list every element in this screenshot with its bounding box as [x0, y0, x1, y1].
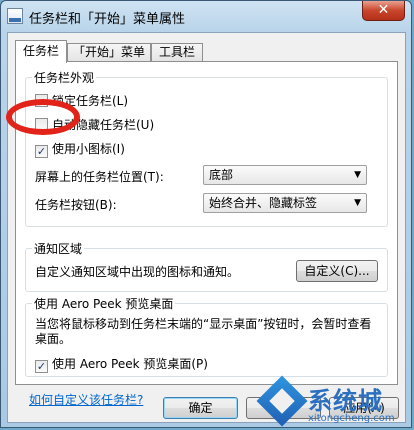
notification-text: 自定义通知区域中出现的图标和通知。: [35, 265, 240, 279]
buttons-dropdown[interactable]: 始终合并、隐藏标签 ▼: [203, 193, 367, 213]
tab-toolbars[interactable]: 工具栏: [151, 43, 203, 62]
appearance-group: 任务栏外观 锁定任务栏(L) 自动隐藏任务栏(U) ✓ 使用小图标(I) 屏幕上的…: [25, 69, 388, 227]
notification-group-title: 通知区域: [32, 240, 85, 257]
small-icons-label: 使用小图标(I): [52, 142, 125, 156]
highlight-circle: [6, 99, 80, 135]
tab-taskbar[interactable]: 任务栏: [15, 40, 67, 63]
small-icons-option[interactable]: ✓ 使用小图标(I): [35, 140, 125, 158]
buttons-value: 始终合并、隐藏标签: [209, 196, 318, 210]
close-button[interactable]: ✕: [362, 1, 405, 21]
aero-peek-checkbox[interactable]: ✓: [35, 360, 48, 373]
watermark-name: 系统城: [308, 387, 383, 415]
position-dropdown[interactable]: 底部 ▼: [203, 165, 367, 185]
position-label: 屏幕上的任务栏位置(T):: [35, 170, 164, 184]
logo-icon: [256, 375, 308, 427]
watermark-url: xitongcheng.com: [308, 413, 395, 424]
aero-peek-description: 当您将鼠标移动到任务栏末端的“显示桌面”按钮时，会暂时查看桌面。: [35, 317, 372, 346]
aero-peek-label: 使用 Aero Peek 预览桌面(P): [52, 357, 208, 371]
appearance-group-title: 任务栏外观: [32, 69, 97, 86]
position-value: 底部: [209, 168, 234, 182]
chevron-down-icon: ▼: [354, 198, 361, 208]
tab-start-menu[interactable]: 「开始」菜单: [67, 43, 151, 62]
taskbar-app-icon: [7, 8, 23, 24]
notification-group: 通知区域 自定义通知区域中出现的图标和通知。 自定义(C)...: [25, 240, 388, 292]
small-icons-checkbox[interactable]: ✓: [35, 145, 48, 158]
customize-button[interactable]: 自定义(C)...: [296, 260, 378, 282]
dialog-body: 任务栏 「开始」菜单 工具栏 任务栏外观 锁定任务栏(L) 自动隐藏任务栏(U)…: [7, 32, 406, 423]
aero-peek-group: 使用 Aero Peek 预览桌面 当您将鼠标移动到任务栏末端的“显示桌面”按钮…: [25, 295, 388, 377]
title-bar[interactable]: 任务栏和「开始」菜单属性 ✕: [1, 1, 411, 31]
dialog-window: 任务栏和「开始」菜单属性 ✕ 任务栏 「开始」菜单 工具栏 任务栏外观 锁定任务…: [0, 0, 412, 428]
aero-peek-group-title: 使用 Aero Peek 预览桌面: [32, 295, 176, 312]
ok-button[interactable]: 确定: [163, 397, 238, 419]
watermark-logo: 系统城 xitongcheng.com: [256, 375, 414, 430]
help-link[interactable]: 如何自定义该任务栏?: [29, 391, 143, 408]
window-title: 任务栏和「开始」菜单属性: [29, 12, 186, 27]
chevron-down-icon: ▼: [354, 170, 361, 180]
buttons-label: 任务栏按钮(B):: [35, 198, 117, 212]
aero-peek-option[interactable]: ✓ 使用 Aero Peek 预览桌面(P): [35, 355, 208, 373]
